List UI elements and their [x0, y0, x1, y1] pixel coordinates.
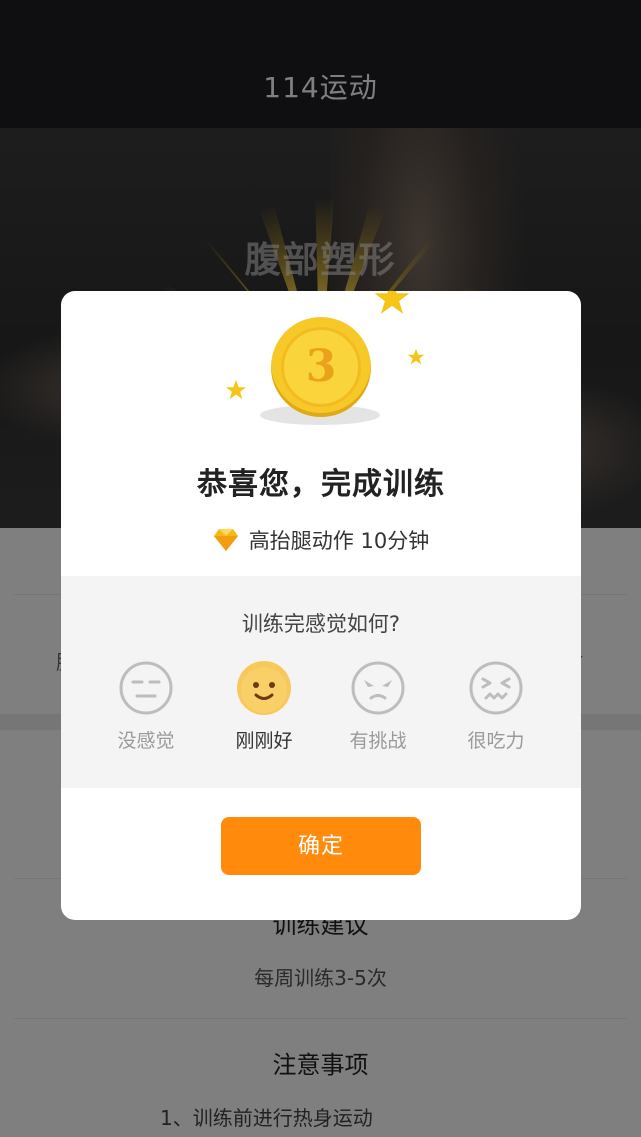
feeling-option-label: 很吃力: [467, 730, 525, 752]
reward-row: 高抬腿动作 10分钟: [61, 525, 581, 555]
feeling-panel: 训练完感觉如何? 没感觉 刚刚好 有挑战 很吃力: [61, 576, 581, 788]
medal-coin-icon: 3: [271, 317, 371, 417]
happy-face-icon: [237, 661, 291, 715]
feeling-option-exhausting[interactable]: 很吃力: [451, 660, 541, 753]
dialog-title: 恭喜您，完成训练: [197, 467, 445, 502]
feeling-question: 训练完感觉如何?: [241, 612, 401, 636]
feeling-option-label: 没感觉: [117, 730, 175, 752]
confirm-button[interactable]: 确定: [221, 817, 421, 875]
diamond-icon: [213, 529, 238, 551]
angry-face-icon: [351, 661, 405, 715]
feeling-option-label: 刚刚好: [235, 730, 293, 752]
tired-face-icon: [469, 661, 523, 715]
star-icon: [374, 291, 410, 314]
star-icon: [407, 348, 425, 365]
neutral-face-icon: [119, 661, 173, 715]
coin-number: 3: [281, 327, 361, 407]
feeling-option-none[interactable]: 没感觉: [101, 660, 191, 753]
training-complete-dialog: 3 恭喜您，完成训练 高抬腿动作 10分钟 训练完感觉如何? 没感觉 刚刚好 有…: [61, 291, 581, 920]
feeling-option-just-right[interactable]: 刚刚好: [219, 660, 309, 753]
star-icon: [225, 379, 247, 400]
feeling-option-challenging[interactable]: 有挑战: [333, 660, 423, 753]
feeling-option-label: 有挑战: [349, 730, 407, 752]
reward-text: 高抬腿动作 10分钟: [248, 529, 430, 553]
